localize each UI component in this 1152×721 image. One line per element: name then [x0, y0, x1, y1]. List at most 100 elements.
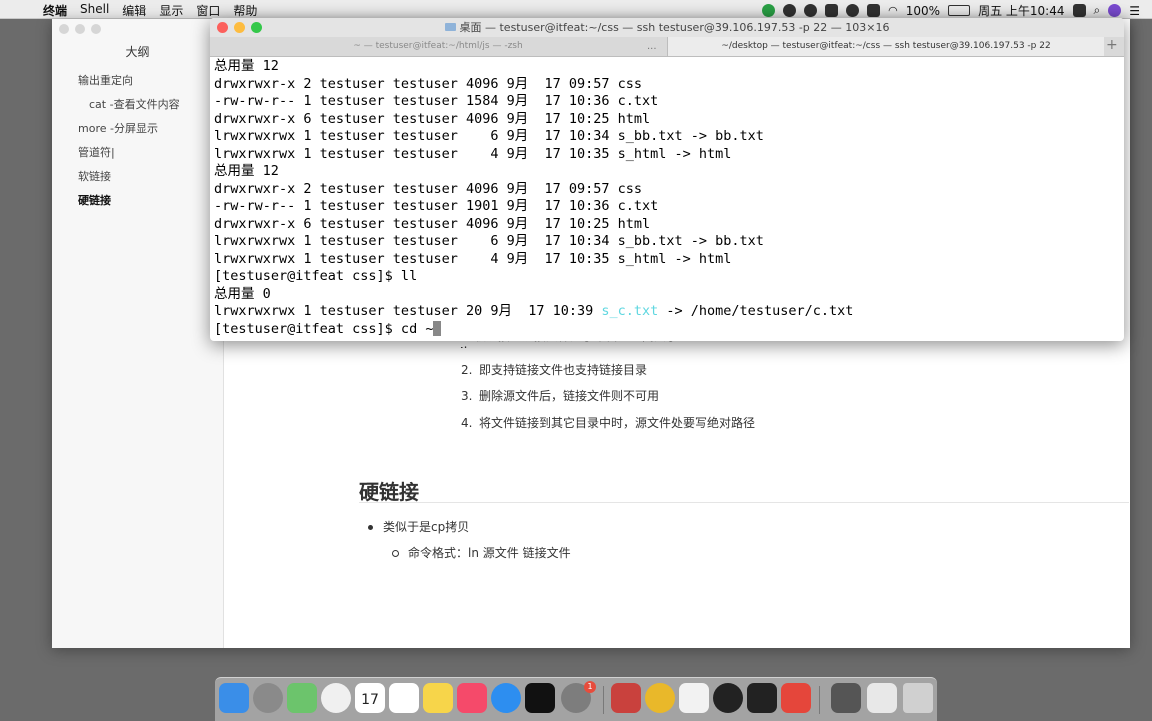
typora-minimize-button[interactable]: [75, 24, 85, 34]
sync-tray-icon[interactable]: [783, 4, 797, 17]
battery-icon[interactable]: [948, 5, 971, 16]
dock-separator: [603, 686, 604, 714]
sub-bullet-circle: [392, 550, 399, 557]
heading-rule: [359, 502, 1129, 503]
typora-zoom-button[interactable]: [91, 24, 101, 34]
outline-item-active[interactable]: 硬链接: [52, 193, 223, 217]
wechat-tray-icon[interactable]: [762, 4, 776, 17]
wifi-icon[interactable]: ◠: [888, 4, 898, 17]
minimize-button[interactable]: [234, 22, 245, 33]
terminal-line: [testuser@itfeat css]$ ll: [214, 268, 418, 284]
symlink-target: -> /home/testuser/c.txt: [658, 303, 854, 319]
ordered-item: 2. 即支持链接文件也支持链接目录: [461, 361, 647, 378]
clock[interactable]: 周五 上午10:44: [978, 2, 1064, 19]
tab-zsh[interactable]: ~ — testuser@itfeat:~/html/js — -zsh: [210, 37, 666, 56]
finder-icon[interactable]: [219, 683, 249, 713]
outline-item[interactable]: cat -查看文件内容: [52, 97, 223, 121]
terminal-window: 桌面 — testuser@itfeat:~/css — ssh testuse…: [210, 18, 1124, 341]
ordered-item-text: 将文件链接到其它目录中时，源文件处要写绝对路径: [479, 416, 756, 430]
terminal-icon[interactable]: [747, 683, 777, 713]
terminal-line: drwxrwxr-x 6 testuser testuser 4096 9月 1…: [214, 216, 651, 232]
siri-icon[interactable]: [1108, 4, 1122, 17]
music-icon[interactable]: [457, 683, 487, 713]
reminders-icon[interactable]: [389, 683, 419, 713]
terminal-output[interactable]: 总用量 12 drwxrwxr-x 2 testuser testuser 40…: [210, 57, 1124, 341]
spotlight-search-icon[interactable]: ⌕: [1094, 3, 1101, 18]
bullet-item: 类似于是cp拷贝: [368, 518, 469, 535]
terminal-prompt-line: [testuser@itfeat css]$ cd ~: [214, 321, 442, 338]
clock-tray-icon[interactable]: [846, 4, 860, 17]
menu-window[interactable]: 窗口: [196, 2, 220, 19]
terminal-line: 总用量 12: [214, 58, 279, 74]
ordered-number: 4.: [461, 416, 473, 430]
xmind-icon[interactable]: [781, 683, 811, 713]
close-button[interactable]: [217, 22, 228, 33]
typora-close-button[interactable]: [59, 24, 69, 34]
app-menus: 终端 Shell 编辑 显示 窗口 帮助: [43, 2, 257, 19]
menu-edit[interactable]: 编辑: [122, 2, 146, 19]
photos-icon[interactable]: [321, 683, 351, 713]
terminal-title: 桌面 — testuser@itfeat:~/css — ssh testuse…: [459, 21, 890, 34]
outline-item[interactable]: 管道符|: [52, 145, 223, 169]
ordered-item: 4. 将文件链接到其它目录中时，源文件处要写绝对路径: [461, 414, 755, 431]
terminal-line: 总用量 0: [214, 286, 271, 302]
menu-view[interactable]: 显示: [159, 2, 183, 19]
screenshot-icon[interactable]: [831, 683, 861, 713]
outline-item[interactable]: 软链接: [52, 169, 223, 193]
chrome-icon[interactable]: [645, 683, 675, 713]
terminal-titlebar[interactable]: 桌面 — testuser@itfeat:~/css — ssh testuse…: [210, 18, 1124, 37]
outline-list: 输出重定向 cat -查看文件内容 more -分屏显示 管道符| 软链接 硬链…: [52, 73, 223, 217]
zoom-button[interactable]: [251, 22, 262, 33]
menu-app-icon[interactable]: [1072, 4, 1086, 17]
terminal-line: lrwxrwxrwx 1 testuser testuser 4 9月 17 1…: [214, 146, 732, 162]
calendar-day: 17: [361, 692, 379, 708]
notification-center-icon[interactable]: ☰: [1129, 4, 1140, 18]
trash-icon[interactable]: [903, 683, 933, 713]
symlink-name: s_c.txt: [601, 303, 659, 319]
section-heading: 硬链接: [359, 480, 419, 504]
terminal-line: drwxrwxr-x 6 testuser testuser 4096 9月 1…: [214, 111, 651, 127]
terminal-line: -rw-rw-r-- 1 testuser testuser 1901 9月 1…: [214, 198, 659, 214]
menu-terminal[interactable]: 终端: [43, 2, 67, 19]
tab-overflow: ...: [647, 41, 657, 52]
terminal-line: -rw-rw-r-- 1 testuser testuser 1584 9月 1…: [214, 93, 659, 109]
screenshot-tray-icon[interactable]: [825, 4, 839, 17]
terminal-line: 总用量 12: [214, 163, 279, 179]
menu-shell[interactable]: Shell: [80, 2, 109, 19]
cloud-tray-icon[interactable]: [804, 4, 818, 17]
battery-percent: 100%: [905, 3, 941, 18]
terminal-line-symlink: lrwxrwxrwx 1 testuser testuser 20 9月 17 …: [214, 303, 853, 320]
ordered-number: 3.: [461, 389, 473, 403]
outline-item[interactable]: more -分屏显示: [52, 121, 223, 145]
terminal-line: lrwxrwxrwx 1 testuser testuser 6 9月 17 1…: [214, 128, 764, 144]
launchpad-icon[interactable]: [253, 683, 283, 713]
preview-icon[interactable]: [867, 683, 897, 713]
parallels-icon[interactable]: [611, 683, 641, 713]
maps-icon[interactable]: [287, 683, 317, 713]
dock: 17 1: [215, 677, 937, 721]
typora-icon[interactable]: [679, 683, 709, 713]
outline-item[interactable]: 输出重定向: [52, 73, 223, 97]
menu-help[interactable]: 帮助: [233, 2, 257, 19]
status-tray: ◠ 100% 周五 上午10:44 ⌕ ☰: [762, 2, 1152, 19]
appletv-icon[interactable]: [525, 683, 555, 713]
text-cursor: [433, 321, 442, 336]
outline-title: 大纲: [125, 45, 150, 59]
menu-bar: 终端 Shell 编辑 显示 窗口 帮助 ◠ 100% 周五 上午10:44 ⌕…: [0, 0, 1152, 19]
pref-badge: 1: [584, 681, 596, 693]
outline-sidebar: 大纲 输出重定向 cat -查看文件内容 more -分屏显示 管道符| 软链接…: [52, 19, 224, 648]
dock-separator: [819, 686, 820, 714]
safari-icon[interactable]: [491, 683, 521, 713]
symlink-meta: lrwxrwxrwx 1 testuser testuser 20 9月 17 …: [214, 303, 602, 319]
input-method-icon[interactable]: [867, 4, 881, 17]
obs-icon[interactable]: [713, 683, 743, 713]
prompt-command: [testuser@itfeat css]$ cd ~: [214, 321, 434, 337]
bullet-dot: [368, 525, 373, 530]
terminal-tab-bar: ~ — testuser@itfeat:~/html/js — -zsh ...…: [210, 37, 1124, 57]
tab-ssh-active[interactable]: ~/desktop — testuser@itfeat:~/css — ssh …: [667, 37, 1104, 56]
calendar-icon[interactable]: 17: [355, 683, 385, 713]
ordered-item: 3. 删除源文件后，链接文件则不可用: [461, 387, 659, 404]
notes-icon[interactable]: [423, 683, 453, 713]
new-tab-button[interactable]: +: [1106, 37, 1118, 54]
bullet-text: 类似于是cp拷贝: [383, 520, 470, 534]
